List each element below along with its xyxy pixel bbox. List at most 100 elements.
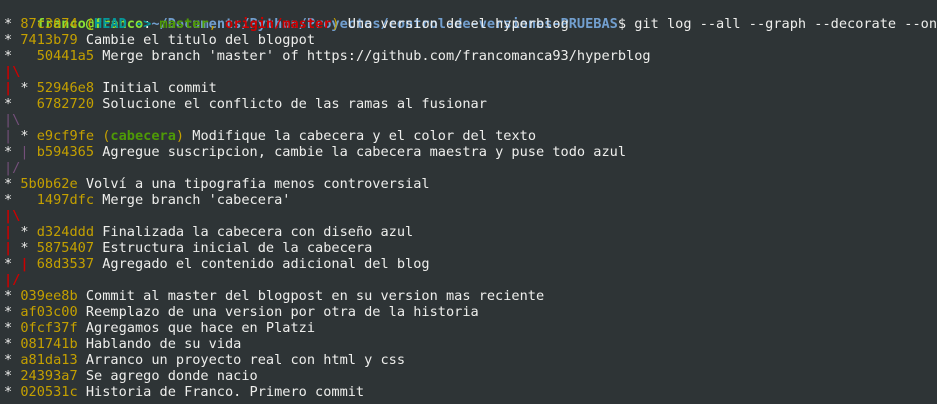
branch-ref: cabecera: [110, 128, 176, 144]
graph-lane: |\: [4, 208, 21, 224]
log-line: * 1497dfc Merge branch 'cabecera': [4, 192, 937, 208]
log-line: * 0fcf37f Agregamos que hace en Platzi: [4, 320, 937, 336]
graph-lane: |: [4, 240, 21, 256]
commit-hash: 50441a5: [36, 48, 95, 64]
graph-lane: *: [4, 48, 37, 64]
log-line: |\: [4, 208, 937, 224]
prompt-line: franco@franco:~/Documents/Python/Proyect…: [4, 0, 937, 32]
commit-hash: 6782720: [36, 96, 95, 112]
log-text: Hablando de su vida: [77, 336, 242, 352]
graph-lane: *: [20, 224, 37, 240]
log-line: | * 5875407 Estructura inicial de la cab…: [4, 240, 937, 256]
graph-lane: *: [20, 240, 37, 256]
prompt-symbol: $: [617, 16, 635, 32]
head-ref: HEAD ->: [94, 16, 160, 32]
log-line: * 7413b79 Cambie el titulo del blogpot: [4, 32, 937, 48]
log-line: * 24393a7 Se agrego donde nacio: [4, 368, 937, 384]
command-text: git log --all --graph --decorate --oneli…: [634, 16, 937, 32]
terminal-window[interactable]: franco@franco:~/Documents/Python/Proyect…: [0, 0, 937, 404]
remote-branch-ref: origin/master: [225, 16, 332, 32]
log-line: * 020531c Historia de Franco. Primero co…: [4, 384, 937, 400]
graph-lane: |: [4, 128, 21, 144]
log-text: Agregue suscripcion, cambie la cabecera …: [94, 144, 627, 160]
graph-lane: *: [4, 192, 37, 208]
log-text: Se agrego donde nacio: [77, 368, 258, 384]
log-text: (: [94, 128, 111, 144]
graph-lane: *: [4, 32, 21, 48]
log-text: Solucione el conflicto de las ramas al f…: [94, 96, 487, 112]
log-text: ): [331, 16, 340, 32]
graph-lane: *: [4, 288, 21, 304]
log-line: * 081741b Hablando de su vida: [4, 336, 937, 352]
graph-lane: |/: [4, 160, 21, 176]
graph-lane: *: [4, 176, 21, 192]
commit-hash: af03c00: [20, 304, 78, 320]
graph-lane: *: [4, 304, 21, 320]
log-text: Agregado el contenido adicional del blog: [94, 256, 430, 272]
log-text: Merge branch 'master' of https://github.…: [94, 48, 651, 64]
graph-lane: |\: [4, 64, 21, 80]
graph-lane: *: [4, 256, 21, 272]
graph-lane: |: [4, 80, 21, 96]
log-text: Volví a una tipografia menos controversi…: [77, 176, 430, 192]
log-line: | * d324ddd Finalizada la cabecera con d…: [4, 224, 937, 240]
commit-hash: a81da13: [20, 352, 78, 368]
log-text: Commit al master del blogpost en su vers…: [77, 288, 545, 304]
commit-hash: 1497dfc: [36, 192, 95, 208]
log-line: * 5b0b62e Volví a una tipografia menos c…: [4, 176, 937, 192]
commit-hash: e9cf9fe: [36, 128, 95, 144]
graph-lane: *: [4, 96, 37, 112]
graph-lane: |: [20, 144, 37, 160]
commit-hash: 020531c: [20, 384, 78, 400]
log-line: * 039ee8b Commit al master del blogpost …: [4, 288, 937, 304]
graph-lane: |: [4, 224, 21, 240]
log-line: |\: [4, 112, 937, 128]
git-log-output: * 87c3074 (HEAD -> master, origin/master…: [4, 16, 937, 400]
log-text: Initial commit: [94, 80, 217, 96]
log-text: Arranco un proyecto real con html y css: [77, 352, 406, 368]
commit-hash: 081741b: [20, 336, 78, 352]
log-text: Finalizada la cabecera con diseño azul: [94, 224, 414, 240]
commit-hash: 24393a7: [20, 368, 78, 384]
log-line: | * 52946e8 Initial commit: [4, 80, 937, 96]
commit-hash: 0fcf37f: [20, 320, 78, 336]
log-text: Cambie el titulo del blogpot: [77, 32, 316, 48]
graph-lane: *: [4, 352, 21, 368]
graph-lane: *: [4, 16, 21, 32]
log-text: ): [175, 128, 185, 144]
commit-hash: d324ddd: [36, 224, 95, 240]
commit-hash: 5875407: [36, 240, 95, 256]
log-text: Estructura inicial de la cabecera: [94, 240, 373, 256]
commit-hash: 039ee8b: [20, 288, 78, 304]
graph-lane: *: [20, 80, 37, 96]
graph-lane: *: [4, 368, 21, 384]
log-line: * 50441a5 Merge branch 'master' of https…: [4, 48, 937, 64]
commit-hash: 68d3537: [36, 256, 95, 272]
log-line: * af03c00 Reemplazo de una version por o…: [4, 304, 937, 320]
commit-hash: 7413b79: [20, 32, 78, 48]
log-line: |/: [4, 160, 937, 176]
commit-hash: 5b0b62e: [20, 176, 78, 192]
log-text: Reemplazo de una version por otra de la …: [77, 304, 479, 320]
graph-lane: |: [20, 256, 37, 272]
log-line: | * e9cf9fe (cabecera) Modifique la cabe…: [4, 128, 937, 144]
log-text: Una version de el hyperblog: [339, 16, 569, 32]
log-line: |\: [4, 64, 937, 80]
branch-ref: master: [159, 16, 209, 32]
log-text: Agregamos que hace en Platzi: [77, 320, 316, 336]
graph-lane: *: [4, 384, 21, 400]
log-line: * a81da13 Arranco un proyecto real con h…: [4, 352, 937, 368]
graph-lane: *: [4, 144, 21, 160]
log-text: Modifique la cabecera y el color del tex…: [184, 128, 537, 144]
graph-lane: *: [4, 320, 21, 336]
log-text: ,: [208, 16, 226, 32]
graph-lane: |/: [4, 272, 21, 288]
log-text: Historia de Franco. Primero commit: [77, 384, 365, 400]
graph-lane: *: [20, 128, 37, 144]
log-text: Merge branch 'cabecera': [94, 192, 291, 208]
log-line: * | b594365 Agregue suscripcion, cambie …: [4, 144, 937, 160]
log-line: * | 68d3537 Agregado el contenido adicio…: [4, 256, 937, 272]
log-line: |/: [4, 272, 937, 288]
commit-hash: 52946e8: [36, 80, 95, 96]
graph-lane: *: [4, 336, 21, 352]
